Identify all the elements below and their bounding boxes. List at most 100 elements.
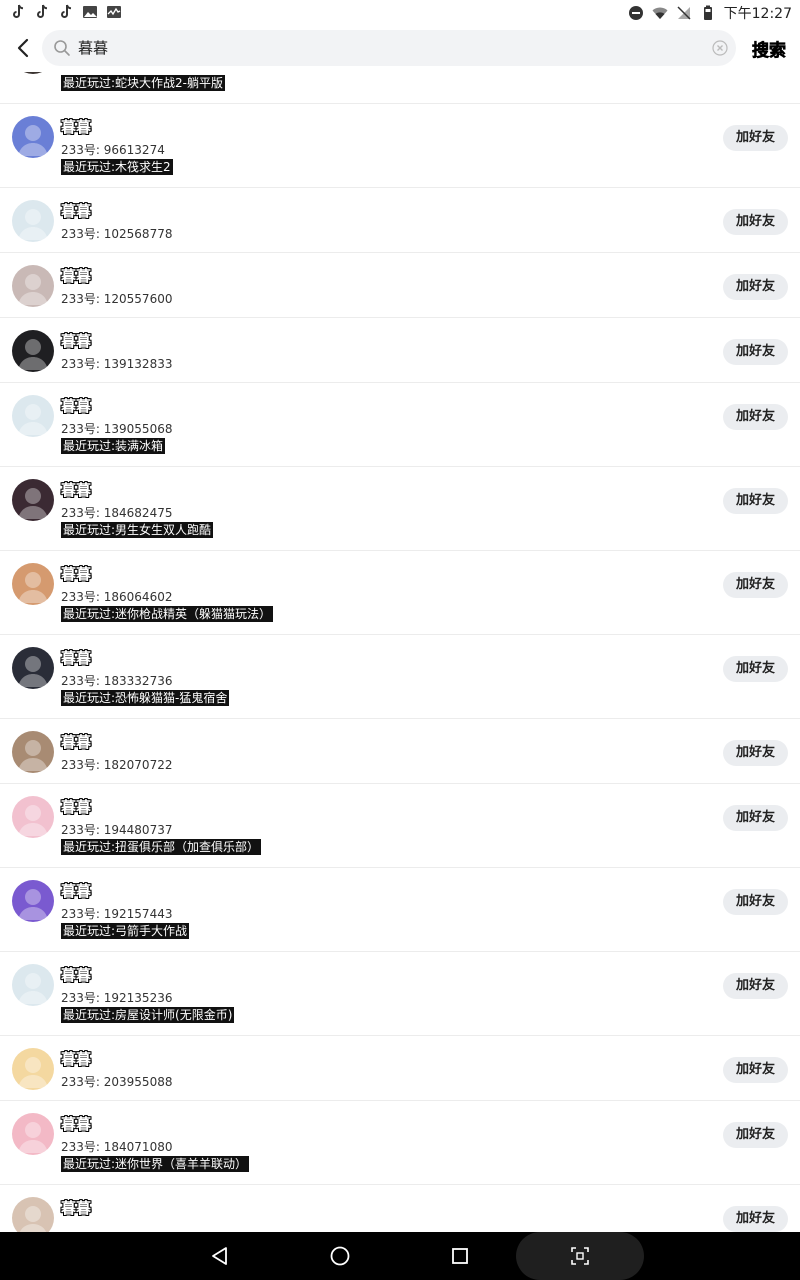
user-result-row[interactable]: 暮暮 233号: 183332736 最近玩过:恐怖躲猫猫-猛鬼宿舍 加好友 (0, 635, 800, 719)
avatar-silhouette-icon (18, 889, 48, 920)
avatar-silhouette-icon (19, 1206, 47, 1232)
user-id: 233号: 120557600 (61, 292, 173, 306)
back-arrow-icon[interactable] (12, 36, 36, 60)
recently-played: 最近玩过:男生女生双人跑酷 (61, 522, 214, 538)
status-bar: 下午12:27 (0, 0, 800, 24)
user-avatar[interactable] (12, 330, 54, 372)
tiktok-icon (61, 4, 72, 18)
user-id: 233号: 139055068 (61, 422, 173, 436)
user-id: 233号: 96613274 (61, 143, 165, 157)
avatar-silhouette-icon (18, 740, 48, 771)
search-box[interactable] (42, 30, 736, 66)
user-result-row[interactable]: 暮暮 233号: 184682475 最近玩过:男生女生双人跑酷 加好友 (0, 467, 800, 551)
user-result-row[interactable]: 暮暮 233号: 182070722 加好友 (0, 719, 800, 784)
add-friend-button[interactable]: 加好友 (723, 805, 788, 831)
recently-played: 最近玩过:扭蛋俱乐部（加查俱乐部） (61, 839, 262, 855)
user-name: 暮暮 (61, 733, 92, 751)
add-friend-button[interactable]: 加好友 (723, 404, 788, 430)
add-friend-button[interactable]: 加好友 (723, 339, 788, 365)
recently-played: 最近玩过:蛇块大作战2-躺平版 (61, 75, 226, 91)
search-bar: 搜索 (0, 24, 800, 72)
notification-icons (10, 4, 122, 20)
avatar-silhouette-icon (18, 572, 48, 603)
add-friend-button[interactable]: 加好友 (723, 125, 788, 151)
avatar-silhouette-icon (18, 656, 48, 687)
add-friend-button[interactable]: 加好友 (723, 488, 788, 514)
recents-square-icon[interactable] (448, 1244, 472, 1268)
user-avatar[interactable] (12, 1048, 54, 1090)
avatar-silhouette-icon (18, 488, 48, 519)
image-icon (83, 6, 97, 18)
recently-played: 最近玩过:装满冰箱 (61, 438, 166, 454)
add-friend-button[interactable]: 加好友 (723, 209, 788, 235)
clear-icon[interactable] (712, 40, 728, 56)
user-name: 暮暮 (61, 1199, 92, 1217)
avatar-silhouette-icon (18, 1057, 48, 1088)
search-input[interactable] (78, 30, 678, 66)
screenshot-icon[interactable] (568, 1244, 592, 1268)
user-result-row[interactable]: 暮暮 233号: 194480737 最近玩过:扭蛋俱乐部（加查俱乐部） 加好友 (0, 784, 800, 868)
add-friend-button[interactable]: 加好友 (723, 572, 788, 598)
tiktok-icon (37, 4, 48, 18)
user-result-row[interactable]: 暮暮 加好友 (0, 1185, 800, 1232)
user-name: 暮暮 (61, 332, 92, 350)
user-result-row[interactable]: 暮暮 233号: 139055068 最近玩过:装满冰箱 加好友 (0, 383, 800, 467)
user-name: 暮暮 (61, 118, 92, 136)
back-triangle-icon[interactable] (208, 1244, 232, 1268)
status-time: 下午12:27 (723, 6, 792, 22)
user-result-row[interactable]: 暮暮233号: 94028863最近玩过:蛇块大作战2-躺平版加好友 (0, 72, 800, 104)
user-avatar[interactable] (12, 1197, 54, 1232)
recently-played: 最近玩过:迷你枪战精英（躲猫猫玩法） (61, 606, 274, 622)
user-result-list[interactable]: 暮暮233号: 94028863最近玩过:蛇块大作战2-躺平版加好友暮暮233号… (0, 72, 800, 1232)
avatar-silhouette-icon (18, 274, 48, 305)
user-id: 233号: 184071080 (61, 1140, 173, 1154)
add-friend-button[interactable]: 加好友 (723, 1206, 788, 1232)
avatar-silhouette-icon (18, 805, 48, 836)
user-result-row[interactable]: 暮暮 233号: 186064602 最近玩过:迷你枪战精英（躲猫猫玩法） 加好友 (0, 551, 800, 635)
user-result-row[interactable]: 暮暮 233号: 203955088 加好友 (0, 1036, 800, 1101)
user-id: 233号: 203955088 (61, 1075, 173, 1089)
recently-played: 最近玩过:木筏求生2 (61, 159, 173, 175)
user-avatar[interactable] (12, 395, 54, 437)
user-id: 233号: 192135236 (61, 991, 173, 1005)
user-avatar[interactable] (12, 964, 54, 1006)
avatar-silhouette-icon (18, 209, 48, 240)
user-avatar[interactable] (12, 731, 54, 773)
no-signal-icon (677, 6, 691, 20)
user-avatar[interactable] (12, 479, 54, 521)
user-avatar[interactable] (12, 265, 54, 307)
add-friend-button[interactable]: 加好友 (723, 274, 788, 300)
search-button[interactable]: 搜索 (752, 36, 787, 62)
add-friend-button[interactable]: 加好友 (723, 1057, 788, 1083)
navigation-bar (0, 1232, 800, 1280)
user-avatar[interactable] (12, 647, 54, 689)
add-friend-button[interactable]: 加好友 (723, 1122, 788, 1148)
user-id: 233号: 183332736 (61, 674, 173, 688)
user-name: 暮暮 (61, 1115, 92, 1133)
user-result-row[interactable]: 暮暮 233号: 139132833 加好友 (0, 318, 800, 383)
user-avatar[interactable] (12, 116, 54, 158)
system-status: 下午12:27 (628, 3, 792, 23)
add-friend-button[interactable]: 加好友 (723, 740, 788, 766)
user-avatar[interactable] (12, 563, 54, 605)
home-circle-icon[interactable] (328, 1244, 352, 1268)
user-name: 暮暮 (61, 1050, 92, 1068)
recently-played: 最近玩过:迷你世界（喜羊羊联动） (61, 1156, 250, 1172)
user-avatar[interactable] (12, 880, 54, 922)
user-result-row[interactable]: 暮暮 233号: 192157443 最近玩过:弓箭手大作战 加好友 (0, 868, 800, 952)
add-friend-button[interactable]: 加好友 (723, 973, 788, 999)
activity-icon (107, 6, 121, 18)
user-name: 暮暮 (61, 882, 92, 900)
add-friend-button[interactable]: 加好友 (723, 656, 788, 682)
user-avatar[interactable] (12, 200, 54, 242)
user-result-row[interactable]: 暮暮 233号: 120557600 加好友 (0, 253, 800, 318)
user-avatar[interactable] (12, 1113, 54, 1155)
add-friend-button[interactable]: 加好友 (723, 889, 788, 915)
user-result-row[interactable]: 暮暮 233号: 184071080 最近玩过:迷你世界（喜羊羊联动） 加好友 (0, 1101, 800, 1185)
user-result-row[interactable]: 暮暮 233号: 96613274 最近玩过:木筏求生2 加好友 (0, 104, 800, 188)
user-id: 233号: 192157443 (61, 907, 173, 921)
user-result-row[interactable]: 暮暮 233号: 102568778 加好友 (0, 188, 800, 253)
user-avatar[interactable] (12, 72, 54, 74)
user-result-row[interactable]: 暮暮 233号: 192135236 最近玩过:房屋设计师(无限金币) 加好友 (0, 952, 800, 1036)
user-avatar[interactable] (12, 796, 54, 838)
